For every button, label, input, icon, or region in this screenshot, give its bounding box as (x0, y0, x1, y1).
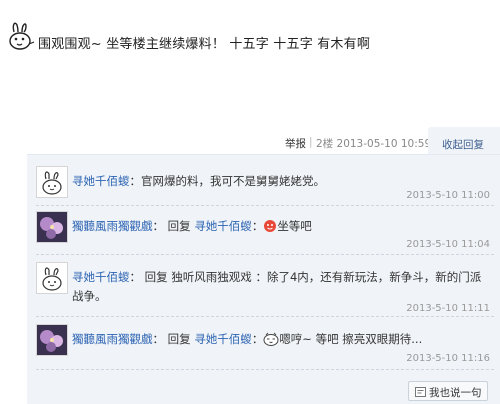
reply-word: 回复 (144, 270, 168, 284)
flower-avatar-icon (37, 212, 67, 242)
list-item: 獨聽風雨獨觀戲： 回复 寻她千佰蝬： 坐等吧 2013-5-10 11:04 (36, 211, 494, 255)
pencil-icon (415, 387, 426, 400)
reply-text: 寻她千佰蝬：官网爆的料，我可不是舅舅姥姥党。 (72, 172, 490, 191)
reply-text: 獨聽風雨獨觀戲： 回复 寻她千佰蝬： 坐等吧 (72, 217, 490, 239)
meta-separator: | (309, 136, 313, 148)
reply-content-prefix: ： (251, 332, 264, 346)
divider (36, 369, 494, 370)
reply-target-user[interactable]: 寻她千佰蝬 (194, 332, 252, 346)
sleepy-face-emoticon-icon (263, 332, 279, 352)
reply-username[interactable]: 寻她千佰蝬 (72, 174, 130, 188)
post-text: 围观围观~ 坐等楼主继续爆料！ 十五字 十五字 有木有啊 (38, 37, 371, 52)
reply-content-prefix: ： (251, 219, 264, 233)
avatar[interactable] (36, 262, 68, 294)
reply-colon: ： (129, 174, 142, 188)
reply-colon: ： (129, 270, 142, 284)
bunny-emoticon-icon (6, 20, 36, 52)
reply-username[interactable]: 獨聽風雨獨觀戲 (72, 332, 153, 346)
reply-text: 獨聽風雨獨觀戲： 回复 寻她千佰蝬： 嗯哼~ 等吧 擦亮双眼期待... (72, 330, 490, 352)
divider (36, 316, 494, 317)
list-item: 寻她千佰蝬：官网爆的料，我可不是舅舅姥姥党。 2013-5-10 11:00 (36, 166, 494, 206)
floor-meta-bar: 举报 | 2楼 2013-05-10 10:59 (0, 136, 500, 152)
bunny-avatar-icon (37, 263, 67, 293)
reply-target-user[interactable]: 独听风雨独观戏 (171, 270, 252, 284)
reply-time: 2013-5-10 11:04 (406, 239, 490, 250)
reply-colon: ： (152, 332, 165, 346)
post-content: 围观围观~ 坐等楼主继续爆料！ 十五字 十五字 有木有啊 (6, 20, 494, 60)
list-item: 獨聽風雨獨觀戲： 回复 寻她千佰蝬： 嗯哼~ 等吧 擦亮双眼期待... 2013-… (36, 324, 494, 370)
say-something-button[interactable]: 我也说一句 (408, 381, 488, 401)
reply-time: 2013-5-10 11:16 (406, 353, 490, 364)
reply-target-user[interactable]: 寻她千佰蝬 (194, 219, 252, 233)
list-item: 寻她千佰蝬： 回复 独听风雨独观戏 ：除了4内，还有新玩法，新争斗，新的门派战争… (36, 262, 494, 317)
reply-word: 回复 (167, 219, 191, 233)
collapse-replies-link[interactable]: 收起回复 (442, 137, 484, 152)
reply-word: 回复 (167, 332, 191, 346)
report-link[interactable]: 举报 (285, 136, 306, 151)
reply-time: 2013-5-10 11:00 (406, 190, 490, 201)
avatar[interactable] (36, 211, 68, 243)
reply-content: 嗯哼~ 等吧 擦亮双眼期待... (279, 332, 423, 346)
reply-content: 坐等吧 (277, 219, 312, 233)
reply-content: 官网爆的料，我可不是舅舅姥姥党。 (141, 174, 325, 188)
reply-text: 寻她千佰蝬： 回复 独听风雨独观戏 ：除了4内，还有新玩法，新争斗，新的门派战争… (72, 268, 490, 306)
reply-username[interactable]: 獨聽風雨獨觀戲 (72, 219, 153, 233)
bunny-avatar-icon (37, 167, 67, 197)
reply-time: 2013-5-10 11:11 (406, 303, 490, 314)
reply-username[interactable]: 寻她千佰蝬 (72, 270, 130, 284)
floor-and-time: 2楼 2013-05-10 10:59 (316, 138, 432, 150)
avatar[interactable] (36, 166, 68, 198)
avatar[interactable] (36, 324, 68, 356)
reply-colon: ： (152, 219, 165, 233)
flower-avatar-icon (37, 325, 67, 355)
say-something-label: 我也说一句 (429, 387, 482, 399)
divider (36, 254, 494, 255)
red-face-emoticon-icon (263, 219, 277, 239)
divider (36, 205, 494, 206)
